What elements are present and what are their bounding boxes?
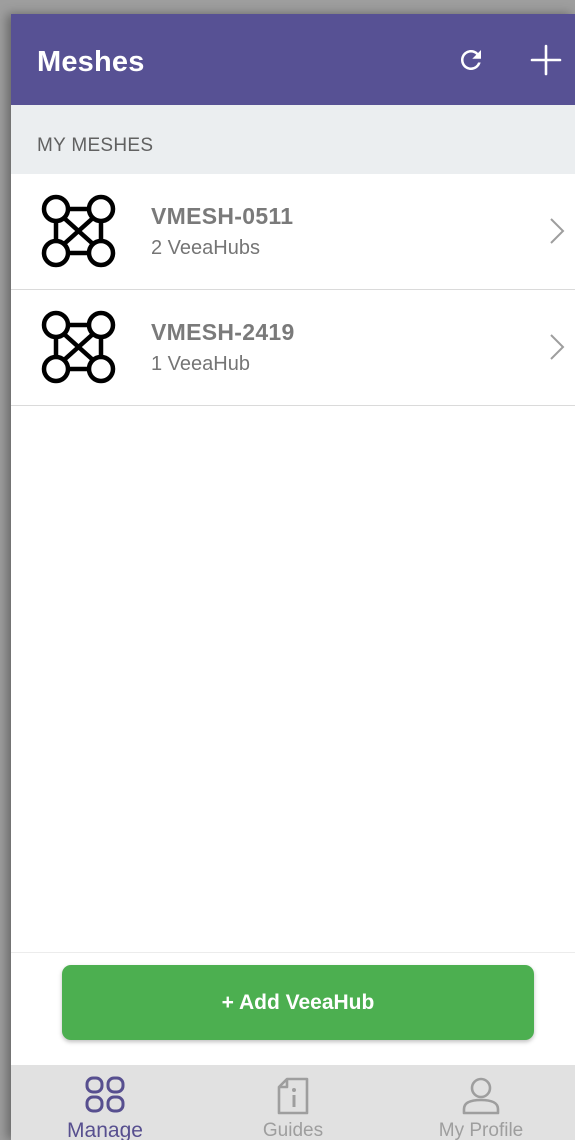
mesh-list: VMESH-0511 2 VeeaHubs VMESH-2419 1 VeeaH… bbox=[11, 174, 575, 406]
user-icon bbox=[462, 1077, 500, 1115]
add-mesh-button[interactable] bbox=[526, 40, 566, 80]
section-label: MY MESHES bbox=[37, 135, 154, 156]
app-header: Meshes bbox=[11, 14, 575, 105]
mesh-name: VMESH-2419 bbox=[151, 319, 295, 345]
refresh-button[interactable] bbox=[451, 40, 491, 80]
mesh-list-item[interactable]: VMESH-2419 1 VeeaHub bbox=[11, 290, 575, 406]
chevron-right-icon bbox=[550, 334, 565, 360]
tab-label: My Profile bbox=[438, 1120, 524, 1140]
tab-guides[interactable]: Guides bbox=[199, 1065, 387, 1140]
tab-label: Manage bbox=[67, 1119, 143, 1140]
mesh-hub-count: 1 VeeaHub bbox=[151, 353, 250, 375]
mesh-name: VMESH-0511 bbox=[151, 203, 294, 229]
mesh-hub-count: 2 VeeaHubs bbox=[151, 237, 260, 259]
section-header: MY MESHES bbox=[11, 105, 575, 174]
bottom-action-area: + Add VeeaHub bbox=[11, 952, 575, 1066]
mesh-list-item[interactable]: VMESH-0511 2 VeeaHubs bbox=[11, 174, 575, 290]
tab-my-profile[interactable]: My Profile bbox=[387, 1065, 575, 1140]
add-veeahub-button[interactable]: + Add VeeaHub bbox=[62, 965, 534, 1040]
chevron-right-icon bbox=[550, 218, 565, 244]
grid-icon bbox=[85, 1076, 125, 1113]
mesh-network-icon bbox=[41, 194, 116, 268]
device-frame: Meshes MY MESHES VMESH-0511 2 VeeaHubs V… bbox=[0, 0, 575, 1140]
mesh-network-icon bbox=[41, 310, 116, 384]
bottom-tab-bar: Manage Guides My Profile bbox=[11, 1065, 575, 1140]
document-info-icon bbox=[277, 1077, 309, 1115]
tab-label: Guides bbox=[262, 1120, 324, 1140]
plus-icon bbox=[530, 44, 562, 76]
refresh-icon bbox=[461, 50, 481, 70]
app-window: Meshes MY MESHES VMESH-0511 2 VeeaHubs V… bbox=[11, 14, 575, 1140]
page-title: Meshes bbox=[37, 46, 145, 78]
tab-manage[interactable]: Manage bbox=[11, 1065, 199, 1140]
